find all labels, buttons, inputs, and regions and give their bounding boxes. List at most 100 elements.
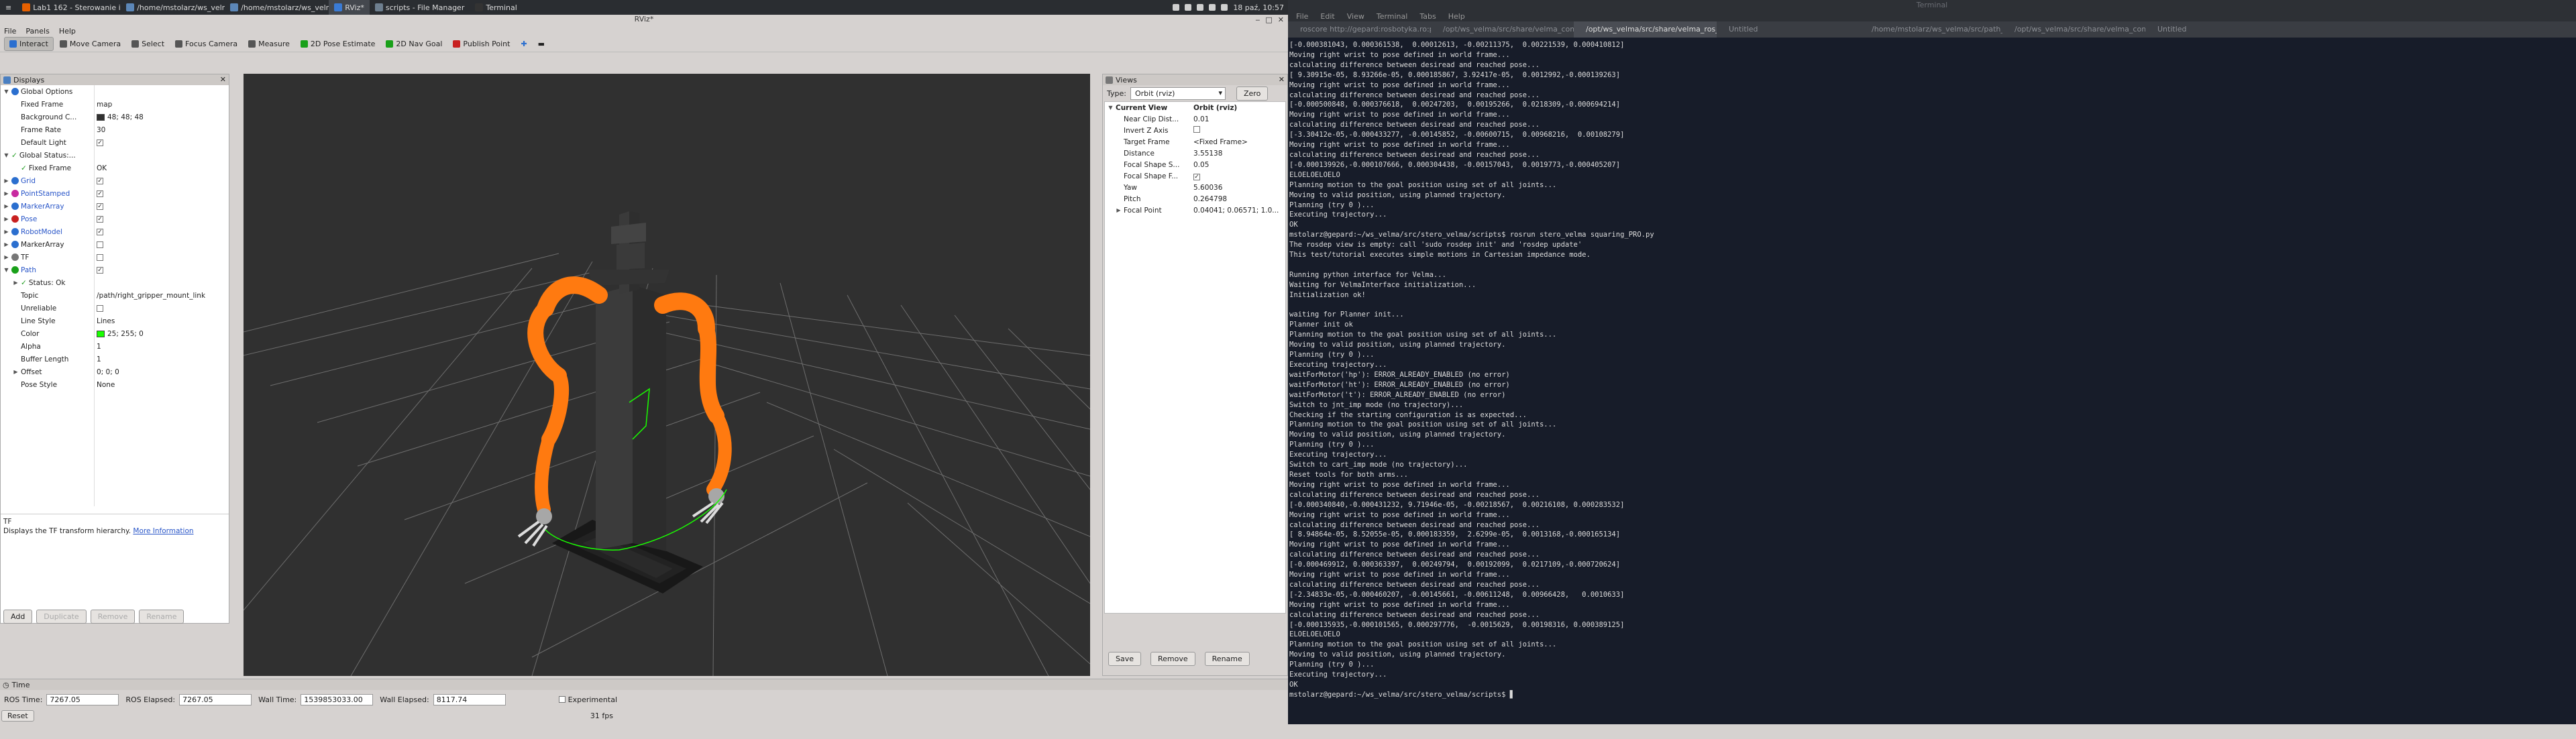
collapse-icon[interactable]: ▼ <box>3 89 9 95</box>
display-value-cell[interactable]: ✓ <box>94 266 103 274</box>
zero-button[interactable]: Zero <box>1236 86 1269 101</box>
display-value-cell[interactable] <box>94 304 103 312</box>
display-row-alpha[interactable]: Alpha 1 <box>1 340 229 353</box>
display-row-pose-style[interactable]: Pose Style None <box>1 378 229 391</box>
expand-icon[interactable]: ▶ <box>13 280 19 286</box>
display-checkbox[interactable]: ✓ <box>97 228 103 235</box>
display-row-fixed-frame[interactable]: ✓ Fixed Frame OK <box>1 162 229 174</box>
expand-icon[interactable]: ▶ <box>3 241 9 247</box>
terminal-tab[interactable]: /home/mstolarz/ws_velma/src/path_tf... <box>1860 21 2002 38</box>
3d-viewport[interactable]: ◀ <box>244 74 1090 676</box>
taskbar-task[interactable]: scripts - File Manager <box>370 0 470 15</box>
terminal-menu-view[interactable]: View <box>1347 12 1364 21</box>
view-row-focal-shape-s[interactable]: Focal Shape S... 0.05 <box>1105 159 1285 170</box>
clock[interactable]: 18 paź, 10:57 <box>1233 3 1284 12</box>
close-icon[interactable]: ✕ <box>220 75 226 84</box>
tool-focus-camera[interactable]: Focus Camera <box>170 38 242 50</box>
display-value-cell[interactable]: ✓ <box>94 190 103 197</box>
collapse-icon[interactable]: ▼ <box>3 267 9 273</box>
view-row-pitch[interactable]: Pitch 0.264798 <box>1105 193 1285 205</box>
ros-elapsed-field[interactable]: 7267.05 <box>179 693 252 705</box>
view-value-cell[interactable]: 0.264798 <box>1191 195 1227 203</box>
view-checkbox[interactable]: ✓ <box>1193 173 1200 180</box>
display-value-cell[interactable]: ✓ <box>94 203 103 210</box>
display-checkbox[interactable] <box>97 241 103 248</box>
display-row-markerarray[interactable]: ▶ MarkerArray <box>1 238 229 251</box>
display-row-color[interactable]: Color 25; 255; 0 <box>1 327 229 340</box>
view-value-cell[interactable]: Orbit (rviz) <box>1191 104 1237 112</box>
ros-time-field[interactable]: 7267.05 <box>46 693 119 705</box>
view-value-cell[interactable]: 0.05 <box>1191 161 1209 169</box>
view-value-cell[interactable]: <Fixed Frame> <box>1191 138 1248 146</box>
display-value-cell[interactable]: 48; 48; 48 <box>94 113 144 121</box>
wall-elapsed-field[interactable]: 8117.74 <box>433 693 506 705</box>
taskbar-task[interactable]: RViz* <box>329 0 370 15</box>
view-row-near-clip-dist[interactable]: Near Clip Dist... 0.01 <box>1105 113 1285 125</box>
terminal-menu-help[interactable]: Help <box>1448 12 1465 21</box>
display-row-path[interactable]: ▼ Path ✓ <box>1 264 229 276</box>
display-value-cell[interactable]: None <box>94 381 115 389</box>
view-row-target-frame[interactable]: Target Frame <Fixed Frame> <box>1105 136 1285 148</box>
view-row-focal-point[interactable]: ▶ Focal Point 0.04041; 0.06571; 1.0... <box>1105 205 1285 216</box>
display-value-cell[interactable]: 25; 255; 0 <box>94 330 144 338</box>
power-icon[interactable] <box>1197 4 1204 11</box>
display-checkbox[interactable] <box>97 253 103 261</box>
display-tree[interactable]: ▼ Global Options Fixed Frame map Background … <box>1 85 229 506</box>
display-value-cell[interactable]: /path/right_gripper_mount_link <box>94 292 205 300</box>
display-row-fixed-frame[interactable]: Fixed Frame map <box>1 98 229 111</box>
display-checkbox[interactable]: ✓ <box>97 139 103 146</box>
add-tool-icon[interactable]: ✚ <box>516 38 531 50</box>
display-row-tf[interactable]: ▶ TF <box>1 251 229 264</box>
display-value-cell[interactable]: 30 <box>94 126 105 134</box>
view-value-cell[interactable]: 0.04041; 0.06571; 1.0... <box>1191 207 1279 215</box>
display-row-line-style[interactable]: Line Style Lines <box>1 315 229 327</box>
wall-time-field[interactable]: 1539853033.00 <box>301 693 374 705</box>
collapse-icon[interactable]: ▼ <box>1108 105 1114 111</box>
notification-icon[interactable] <box>1173 4 1180 11</box>
network-icon[interactable] <box>1209 4 1216 11</box>
display-value-cell[interactable]: ✓ <box>94 177 103 184</box>
display-row-default-light[interactable]: Default Light ✓ <box>1 136 229 149</box>
display-row-global-status[interactable]: ▼ ✓ Global Status:... <box>1 149 229 162</box>
terminal-output[interactable]: [-0.000381043, 0.000361538, 0.00012613, … <box>1288 38 2576 707</box>
display-row-topic[interactable]: Topic/path/right_gripper_mount_link <box>1 289 229 302</box>
terminal-menu-file[interactable]: File <box>1296 12 1308 21</box>
display-value-cell[interactable] <box>94 241 103 248</box>
expand-icon[interactable]: ▶ <box>3 178 9 184</box>
save-view-button[interactable]: Save <box>1108 652 1142 666</box>
display-value-cell[interactable]: ✓ <box>94 215 103 223</box>
volume-icon[interactable] <box>1221 4 1228 11</box>
maximize-icon[interactable]: □ <box>1265 15 1272 24</box>
view-value-cell[interactable]: 3.55138 <box>1191 150 1222 158</box>
taskbar-task[interactable]: /home/mstolarz/ws_velma/s... <box>121 0 225 15</box>
display-value-cell[interactable]: OK <box>94 164 107 172</box>
taskbar-task[interactable]: Lab1 162 - Sterowanie i Sym... <box>17 0 121 15</box>
menu-panels[interactable]: Panels <box>25 27 49 36</box>
tool-move-camera[interactable]: Move Camera <box>55 38 125 50</box>
display-value-cell[interactable]: ✓ <box>94 228 103 235</box>
terminal-tab[interactable]: Untitled <box>1717 21 1860 38</box>
display-value-cell[interactable]: map <box>94 101 112 109</box>
expand-icon[interactable]: ▶ <box>3 216 9 222</box>
taskbar-task[interactable]: /home/mstolarz/ws_velma/s... <box>225 0 329 15</box>
view-properties[interactable]: ▼ Current View Orbit (rviz) Near Clip Dist.… <box>1104 101 1286 614</box>
display-row-unreliable[interactable]: Unreliable <box>1 302 229 315</box>
scene-render[interactable] <box>244 74 1090 676</box>
view-value-cell[interactable]: 5.60036 <box>1191 184 1222 192</box>
remove-view-button[interactable]: Remove <box>1150 652 1195 666</box>
terminal-tab[interactable]: /opt/ws_velma/src/share/velma_comm... <box>2002 21 2145 38</box>
reset-button[interactable]: Reset <box>1 709 34 722</box>
display-value-cell[interactable]: 0; 0; 0 <box>94 368 119 376</box>
display-row-robotmodel[interactable]: ▶ RobotModel ✓ <box>1 225 229 238</box>
terminal-tab[interactable]: Untitled <box>2145 21 2288 38</box>
view-value-cell[interactable] <box>1191 126 1200 135</box>
menu-file[interactable]: File <box>4 27 16 36</box>
display-value-cell[interactable] <box>94 253 103 261</box>
view-row-distance[interactable]: Distance 3.55138 <box>1105 148 1285 159</box>
display-value-cell[interactable]: ✓ <box>94 139 103 146</box>
collapse-icon[interactable]: ▼ <box>3 152 9 158</box>
display-checkbox[interactable]: ✓ <box>97 203 103 210</box>
add-button[interactable]: Add <box>3 610 33 624</box>
display-checkbox[interactable]: ✓ <box>97 266 103 274</box>
view-type-select[interactable]: Orbit (rviz) <box>1130 87 1226 100</box>
